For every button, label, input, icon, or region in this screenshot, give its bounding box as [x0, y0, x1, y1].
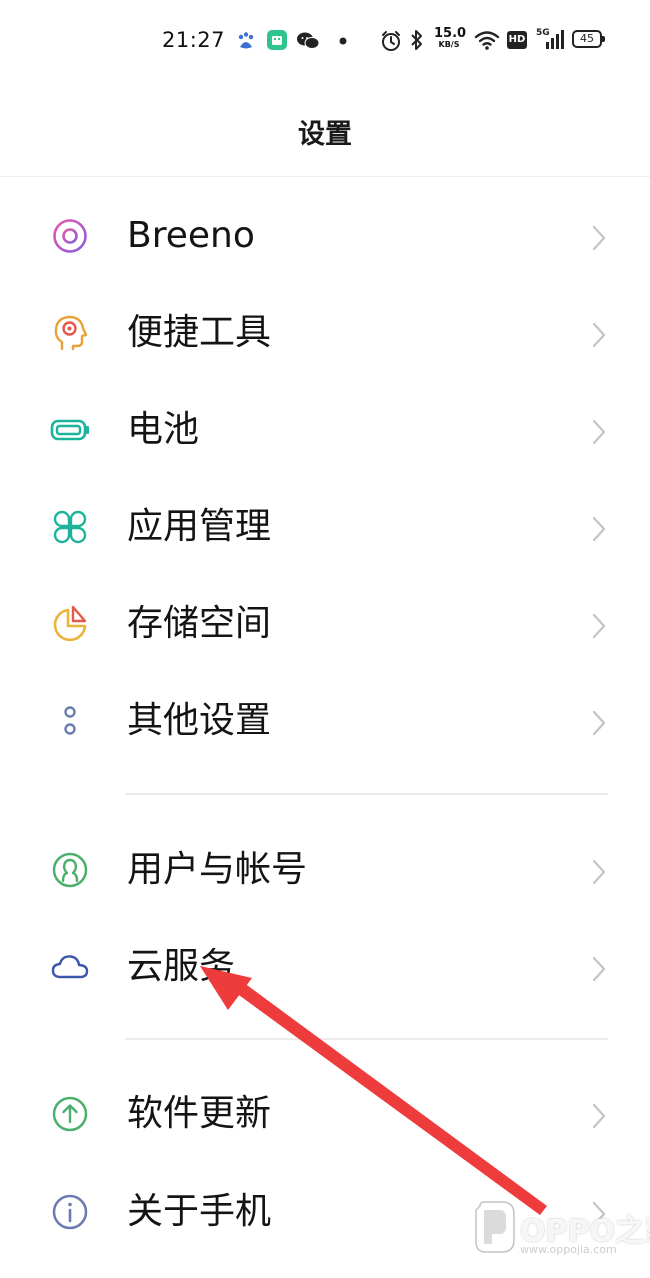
settings-item-label: 用户与帐号	[127, 849, 308, 890]
settings-item-user-account[interactable]: 用户与帐号	[0, 820, 650, 916]
notification-dot-icon	[339, 37, 347, 45]
section-divider	[125, 793, 608, 795]
chevron-right-icon	[592, 225, 606, 251]
about-phone-icon	[52, 1194, 88, 1230]
wechat-icon	[297, 32, 320, 49]
chevron-right-icon	[592, 322, 606, 348]
page-header: 设置	[0, 82, 650, 177]
settings-item-label: 便捷工具	[127, 312, 272, 353]
bluetooth-icon	[411, 30, 422, 50]
section-divider	[125, 1038, 608, 1040]
settings-item-breeno[interactable]: Breeno	[0, 186, 650, 282]
more-settings-icon	[64, 706, 76, 735]
convenience-tools-icon	[54, 315, 88, 351]
status-bar: 21:27 15.0 KB/S HD 5G 45	[0, 0, 650, 82]
chevron-right-icon	[592, 859, 606, 885]
settings-item-label: 关于手机	[127, 1191, 272, 1232]
cloud-icon	[51, 955, 89, 979]
chevron-right-icon	[592, 1103, 606, 1129]
settings-item-convenience-tools[interactable]: 便捷工具	[0, 283, 650, 379]
settings-item-label: 存储空间	[127, 603, 272, 644]
settings-item-label: 电池	[127, 409, 200, 450]
battery-icon	[50, 419, 89, 441]
settings-item-software-update[interactable]: 软件更新	[0, 1064, 650, 1160]
settings-item-label: Breeno	[127, 215, 255, 256]
chevron-right-icon	[592, 710, 606, 736]
network-speed-value: 15.0	[434, 26, 467, 41]
app-notification-icon	[267, 30, 287, 50]
chevron-right-icon	[592, 419, 606, 445]
battery-indicator: 45	[572, 30, 605, 48]
settings-item-label: 云服务	[127, 946, 236, 987]
cellular-signal-icon	[546, 30, 564, 49]
wifi-icon	[474, 31, 500, 50]
page-title: 设置	[298, 119, 352, 150]
breeno-icon	[53, 219, 87, 253]
alarm-icon	[382, 31, 400, 51]
settings-item-label: 其他设置	[127, 700, 272, 741]
storage-icon	[53, 605, 87, 642]
settings-item-label: 应用管理	[127, 506, 272, 547]
settings-item-more-settings[interactable]: 其他设置	[0, 671, 650, 767]
chevron-right-icon	[592, 956, 606, 982]
settings-item-app-management[interactable]: 应用管理	[0, 477, 650, 573]
chevron-right-icon	[592, 516, 606, 542]
user-account-icon	[52, 852, 88, 888]
software-update-icon	[52, 1096, 88, 1132]
chevron-right-icon	[592, 613, 606, 639]
settings-screen: 21:27 15.0 KB/S HD 5G 45 设置 Breeno 便捷工具 …	[0, 0, 650, 1278]
settings-item-battery[interactable]: 电池	[0, 380, 650, 476]
network-speed-unit: KB/S	[438, 40, 460, 49]
baidu-paw-icon	[238, 32, 254, 49]
status-time: 21:27	[162, 28, 226, 52]
app-management-icon	[53, 510, 87, 544]
settings-item-storage[interactable]: 存储空间	[0, 574, 650, 670]
settings-item-cloud-service[interactable]: 云服务	[0, 917, 650, 1013]
settings-item-label: 软件更新	[127, 1093, 272, 1134]
network-speed: 15.0 KB/S	[434, 26, 467, 49]
watermark-url: www.oppojia.com	[520, 1243, 617, 1256]
hd-badge: HD	[507, 31, 527, 49]
